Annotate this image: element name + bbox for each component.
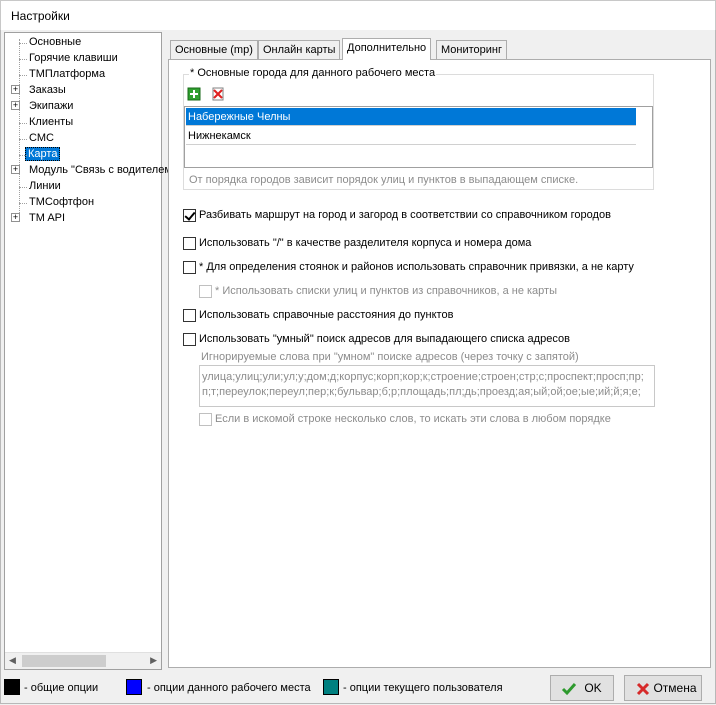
cancel-button[interactable]: Отмена	[624, 675, 702, 701]
tree-connector	[19, 155, 27, 156]
legend-workstation-swatch	[126, 679, 142, 695]
split-route-checkbox[interactable]: Разбивать маршрут на город и загород в с…	[183, 208, 611, 224]
ok-button[interactable]: OK	[550, 675, 614, 701]
tree-item-map[interactable]: Карта	[25, 147, 61, 162]
tree-item-sms[interactable]: СМС	[27, 131, 56, 146]
legend-general-label: - общие опции	[24, 682, 99, 694]
tree-connector	[19, 59, 27, 60]
tab-main-mp[interactable]: Основные (mp)	[170, 40, 258, 60]
tree-connector	[19, 203, 27, 204]
tree-item-osnovnye[interactable]: Основные	[27, 35, 83, 50]
tree-connector	[19, 187, 27, 188]
tree-item-clients[interactable]: Клиенты	[27, 115, 75, 130]
tree-item-lines[interactable]: Линии	[27, 179, 63, 194]
tree-guide-line	[19, 39, 20, 221]
legend-user-swatch	[323, 679, 339, 695]
binding-directory-checkbox[interactable]: * Для определения стоянок и районов испо…	[183, 260, 634, 276]
scroll-right-icon[interactable]: ▶	[150, 655, 157, 666]
checkbox-box[interactable]	[183, 260, 196, 274]
close-icon	[635, 681, 651, 697]
cities-hint: От порядка городов зависит порядок улиц …	[189, 174, 579, 186]
legend-workstation-label: - опции данного рабочего места	[147, 682, 311, 694]
any-order-checkbox: Если в искомой строке несколько слов, то…	[199, 412, 611, 428]
title-bar: Настройки	[0, 0, 716, 30]
checkmark-icon	[561, 681, 577, 697]
ignored-words-field: улица;улиц;ули;ул;у;дом;д;корпус;корп;ко…	[199, 365, 655, 407]
checkbox-box	[199, 412, 212, 426]
tab-online-maps[interactable]: Онлайн карты	[258, 40, 341, 60]
horizontal-scrollbar[interactable]: ◀ ▶	[5, 652, 161, 669]
tree-connector	[19, 123, 27, 124]
checkbox-box[interactable]	[183, 308, 196, 322]
tree-connector	[19, 43, 27, 44]
tree-item-crews[interactable]: Экипажи	[27, 99, 75, 114]
tree-connector	[19, 75, 27, 76]
scroll-left-icon[interactable]: ◀	[9, 655, 16, 666]
smart-search-checkbox[interactable]: Использовать "умный" поиск адресов для в…	[183, 332, 570, 348]
tab-monitoring[interactable]: Мониторинг	[436, 40, 508, 60]
cities-list[interactable]: Набережные Челны Нижнекамск	[184, 106, 653, 168]
settings-tree[interactable]: Основные Горячие клавиши ТМПлатформа + З…	[4, 32, 176, 670]
window-title: Настройки	[11, 9, 70, 23]
tree-item-driver-module[interactable]: Модуль "Связь с водителем"	[27, 163, 178, 178]
tree-connector	[19, 139, 27, 140]
slash-separator-checkbox[interactable]: Использовать "/" в качестве разделителя …	[183, 236, 531, 252]
ignored-words-label: Игнорируемые слова при "умном" поиске ад…	[201, 351, 579, 363]
list-item[interactable]: Нижнекамск	[186, 127, 636, 145]
tree-item-tmplatform[interactable]: ТМПлатформа	[27, 67, 107, 82]
reference-distances-checkbox[interactable]: Использовать справочные расстояния до пу…	[183, 308, 453, 324]
expand-icon[interactable]: +	[11, 101, 20, 110]
checkbox-box[interactable]	[183, 332, 196, 346]
list-item[interactable]: Набережные Челны	[186, 108, 636, 126]
expand-icon[interactable]: +	[11, 165, 20, 174]
legend-user-label: - опции текущего пользователя	[343, 682, 503, 694]
add-icon[interactable]	[187, 87, 203, 103]
tab-additional[interactable]: Дополнительно	[342, 38, 432, 60]
checkbox-box	[199, 284, 212, 298]
cities-group-title: * Основные города для данного рабочего м…	[189, 67, 437, 79]
street-lists-checkbox: * Использовать списки улиц и пунктов из …	[199, 284, 557, 300]
scrollbar-thumb[interactable]	[22, 655, 106, 667]
expand-icon[interactable]: +	[11, 85, 20, 94]
checkbox-box[interactable]	[183, 236, 196, 250]
delete-icon[interactable]	[211, 87, 227, 103]
tree-item-tmsoftphone[interactable]: ТМСофтфон	[27, 195, 96, 210]
tree-item-hotkeys[interactable]: Горячие клавиши	[27, 51, 120, 66]
expand-icon[interactable]: +	[11, 213, 20, 222]
tree-item-orders[interactable]: Заказы	[27, 83, 68, 98]
tree-item-tm-api[interactable]: TM API	[27, 211, 67, 226]
tab-panel-additional: * Основные города для данного рабочего м…	[168, 59, 711, 668]
checkbox-box[interactable]	[183, 208, 196, 222]
legend-general-swatch	[4, 679, 20, 695]
